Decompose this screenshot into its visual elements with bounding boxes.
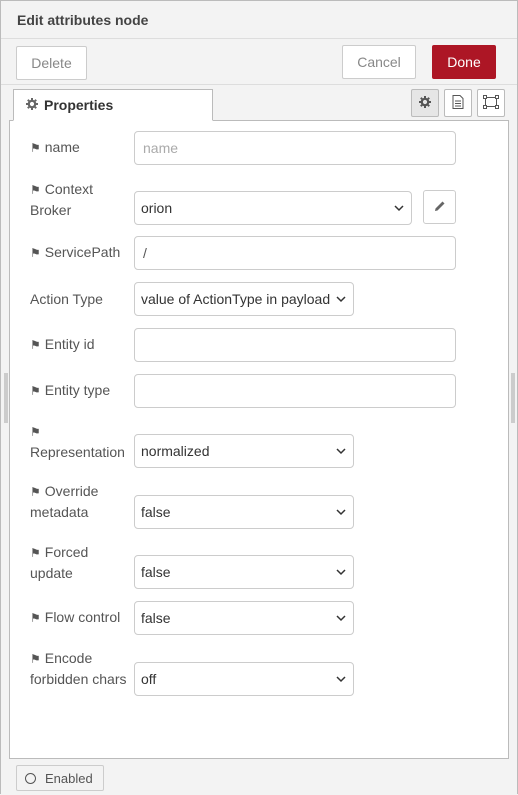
cancel-button[interactable]: Cancel [342, 45, 416, 79]
radio-icon [25, 772, 36, 784]
tag-icon: ⚑ [30, 384, 41, 398]
forced-update-label: ⚑ Forced update [30, 544, 89, 581]
context-broker-select[interactable]: orion [134, 191, 412, 225]
encode-forbidden-label: ⚑ Encode forbidden chars [30, 650, 127, 687]
edit-tray: Edit attributes node Delete Cancel Done … [0, 0, 518, 795]
tag-icon: ⚑ [30, 338, 41, 352]
chevron-down-icon [336, 615, 346, 622]
resize-handle-left[interactable] [4, 373, 8, 423]
tab-description[interactable] [444, 89, 472, 117]
tray-header: Edit attributes node [1, 1, 517, 39]
name-label: ⚑ name [30, 137, 134, 158]
tray-title: Edit attributes node [17, 12, 149, 28]
tag-icon: ⚑ [30, 425, 41, 439]
flow-control-label: ⚑ Flow control [30, 607, 134, 628]
enabled-toggle[interactable]: Enabled [16, 765, 104, 791]
context-broker-label: ⚑ Context Broker [30, 181, 94, 218]
tab-settings[interactable] [411, 89, 439, 117]
name-input[interactable]: name [134, 131, 456, 165]
document-icon [452, 94, 464, 112]
entity-id-input[interactable] [134, 328, 456, 362]
tag-icon: ⚑ [30, 141, 41, 155]
gear-icon [419, 95, 431, 111]
frame-icon [483, 94, 499, 112]
edit-broker-button[interactable] [423, 190, 456, 224]
tab-properties[interactable]: Properties [13, 89, 213, 121]
tray-toolbar: Delete Cancel Done [1, 39, 517, 85]
done-button[interactable]: Done [432, 45, 496, 79]
tag-icon: ⚑ [30, 546, 41, 560]
override-metadata-select[interactable]: false [134, 495, 354, 529]
tabs-row: Properties [9, 85, 509, 121]
tag-icon: ⚑ [30, 246, 41, 260]
chevron-down-icon [336, 448, 346, 455]
service-path-label: ⚑ ServicePath [30, 242, 134, 263]
resize-handle-right[interactable] [511, 373, 515, 423]
pencil-icon [434, 199, 446, 215]
override-metadata-label: ⚑ Override metadata [30, 483, 99, 520]
tab-properties-label: Properties [44, 97, 114, 113]
action-type-select[interactable]: value of ActionType in payload [134, 282, 354, 316]
service-path-input[interactable]: / [134, 236, 456, 270]
encode-forbidden-select[interactable]: off [134, 662, 354, 696]
entity-id-label: ⚑ Entity id [30, 334, 134, 355]
action-type-label: Action Type [30, 291, 103, 307]
chevron-down-icon [336, 676, 346, 683]
chevron-down-icon [336, 569, 346, 576]
tray-footer: Enabled [1, 759, 517, 795]
tag-icon: ⚑ [30, 652, 41, 666]
flow-control-select[interactable]: false [134, 601, 354, 635]
chevron-down-icon [336, 509, 346, 516]
entity-type-label: ⚑ Entity type [30, 380, 134, 401]
properties-panel: ⚑ name name ⚑ Context Broker orion ⚑ Ser… [9, 121, 509, 759]
chevron-down-icon [394, 205, 404, 212]
delete-button[interactable]: Delete [16, 46, 87, 80]
forced-update-select[interactable]: false [134, 555, 354, 589]
representation-label: ⚑ Representation [30, 421, 134, 462]
chevron-down-icon [336, 296, 346, 303]
tag-icon: ⚑ [30, 485, 41, 499]
tag-icon: ⚑ [30, 183, 41, 197]
tag-icon: ⚑ [30, 611, 41, 625]
gear-icon [26, 97, 38, 113]
enabled-label: Enabled [45, 770, 93, 786]
tab-appearance[interactable] [477, 89, 505, 117]
entity-type-input[interactable] [134, 374, 456, 408]
representation-select[interactable]: normalized [134, 434, 354, 468]
